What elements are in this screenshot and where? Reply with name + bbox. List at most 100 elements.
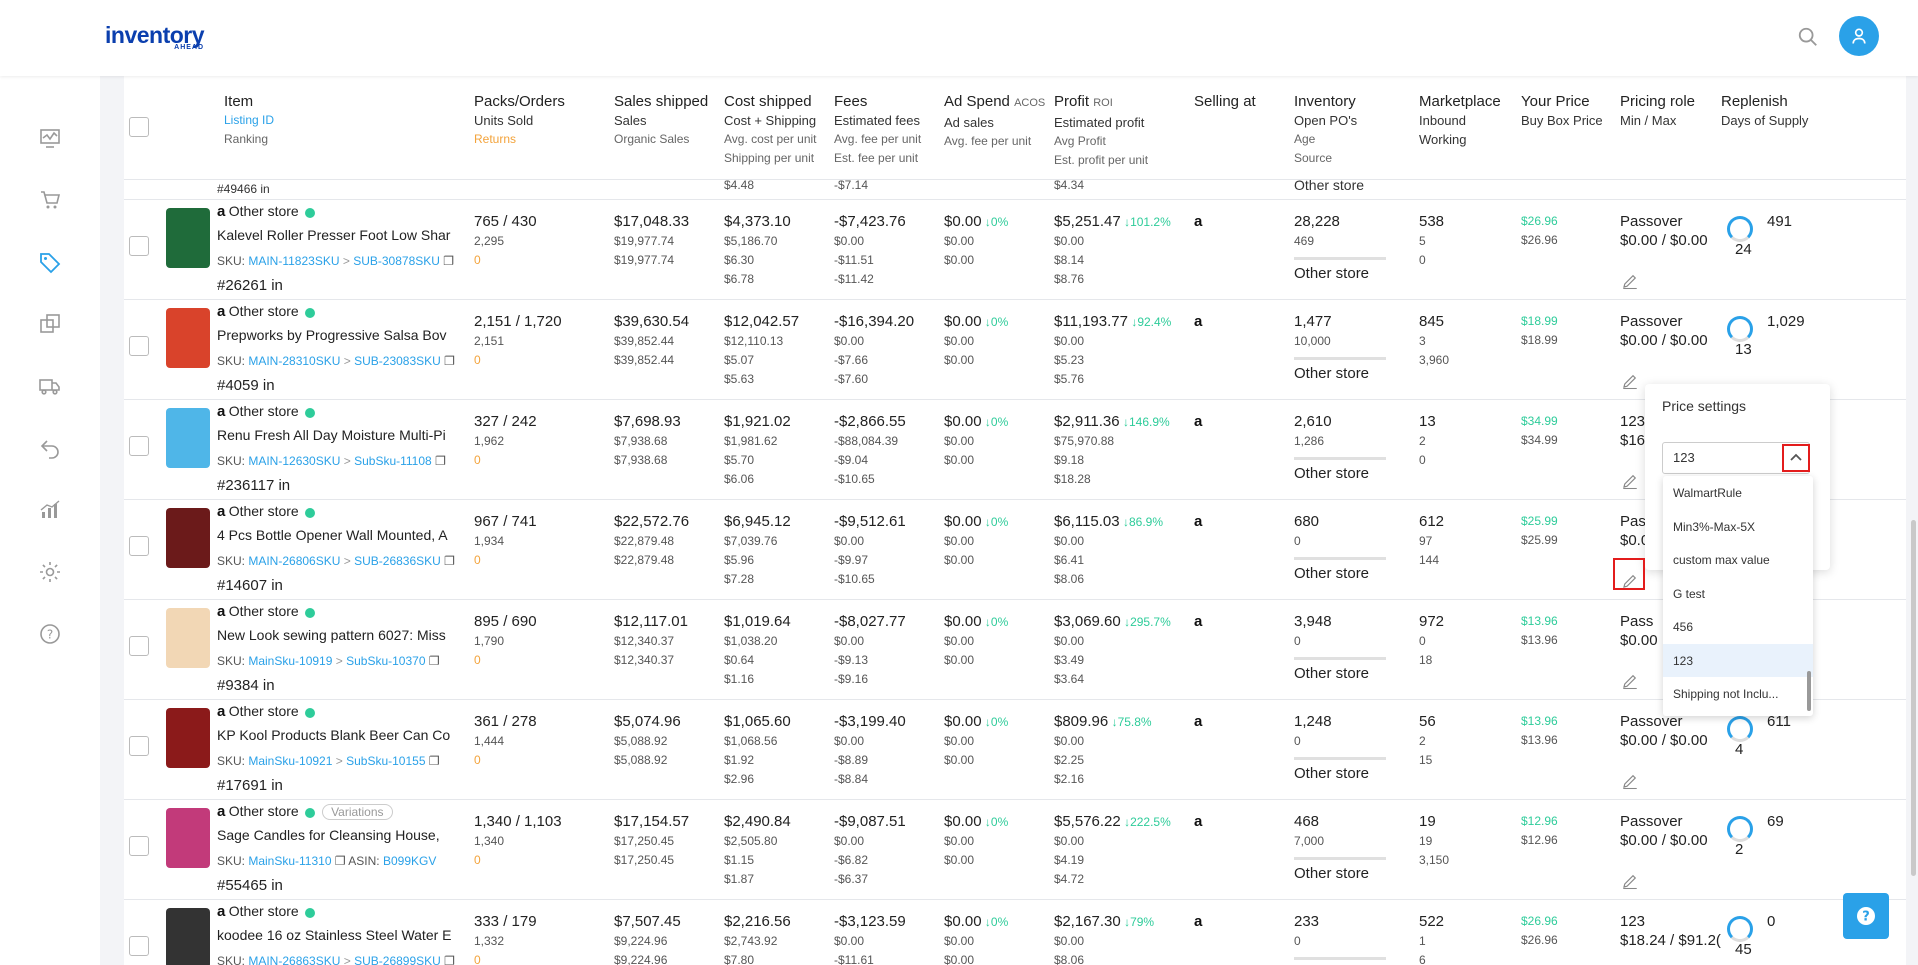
main-sku-link[interactable]: MAIN-11823SKU [248, 254, 339, 268]
variations-badge[interactable]: Variations [322, 804, 393, 820]
main-sku-link[interactable]: MainSku-10919 [248, 654, 332, 668]
copy-icon[interactable]: ❐ [444, 554, 455, 568]
dropdown-scrollbar[interactable] [1807, 671, 1811, 711]
col-cost[interactable]: Cost shipped Cost + Shipping Avg. cost per… [724, 92, 817, 168]
asin-link[interactable]: B099KGV [383, 854, 436, 868]
row-checkbox[interactable] [129, 236, 149, 256]
product-title[interactable]: KP Kool Products Blank Beer Can Co [217, 727, 450, 743]
product-title[interactable]: Prepworks by Progressive Salsa Bov [217, 327, 447, 343]
search-icon[interactable] [1797, 26, 1819, 48]
chevron-up-icon[interactable] [1784, 446, 1808, 470]
col-inventory[interactable]: Inventory Open PO's Age Source [1294, 92, 1357, 168]
layers-icon[interactable] [38, 312, 62, 336]
col-marketplace[interactable]: Marketplace Inbound Working [1419, 92, 1501, 149]
price-rule-option[interactable]: 456 [1663, 610, 1813, 644]
main-sku-link[interactable]: MAIN-26806SKU [248, 554, 340, 568]
price-rule-option[interactable]: 123 [1663, 643, 1813, 677]
help-circle-icon[interactable]: ? [38, 622, 62, 646]
col-price[interactable]: Your Price Buy Box Price [1521, 92, 1603, 130]
main-sku-link[interactable]: MainSku-10921 [248, 754, 332, 768]
edit-pencil-icon[interactable] [1621, 772, 1639, 790]
sub-sku-link[interactable]: SUB-30878SKU [353, 254, 440, 268]
table-row[interactable]: a Other store Prepworks by Progressive Sa… [124, 300, 1906, 400]
price-rule-option[interactable]: Shipping not Inclu... [1663, 677, 1813, 711]
truck-icon[interactable] [38, 374, 62, 398]
col-ad[interactable]: Ad Spend ACOS Ad sales Avg. fee per unit [944, 92, 1045, 151]
table-row[interactable]: a Other store koodee 16 oz Stainless Stee… [124, 900, 1906, 965]
table-row[interactable]: a Other store New Look sewing pattern 602… [124, 600, 1906, 700]
price-rule-option[interactable]: custom max value [1663, 543, 1813, 577]
col-profit[interactable]: Profit ROI Estimated profit Avg Profit Est.… [1054, 92, 1148, 170]
table-row[interactable]: a Other store Renu Fresh All Day Moisture… [124, 400, 1906, 500]
col-sales[interactable]: Sales shipped Sales Organic Sales [614, 92, 708, 149]
price-rule-option[interactable]: WalmartRule [1663, 476, 1813, 510]
row-checkbox[interactable] [129, 536, 149, 556]
row-checkbox[interactable] [129, 836, 149, 856]
row-checkbox[interactable] [129, 736, 149, 756]
select-all-checkbox[interactable] [129, 117, 149, 137]
col-role[interactable]: Pricing role Min / Max [1620, 92, 1695, 130]
sub-sku-link[interactable]: SUB-23083SKU [354, 354, 441, 368]
page-scrollbar[interactable] [1911, 520, 1916, 876]
product-image[interactable] [166, 308, 210, 368]
col-fees[interactable]: Fees Estimated fees Avg. fee per unit Est. … [834, 92, 921, 168]
product-image[interactable] [166, 508, 210, 568]
row-checkbox[interactable] [129, 936, 149, 956]
user-avatar[interactable] [1839, 16, 1879, 56]
help-button[interactable]: ? [1843, 893, 1889, 939]
price-rule-option[interactable]: G test [1663, 577, 1813, 611]
sub-sku-link[interactable]: SubSku-11108 [354, 454, 432, 468]
return-icon[interactable] [38, 436, 62, 460]
main-sku-link[interactable]: MAIN-26863SKU [248, 954, 340, 965]
product-image[interactable] [166, 208, 210, 268]
product-title[interactable]: 4 Pcs Bottle Opener Wall Mounted, A [217, 527, 448, 543]
copy-icon[interactable]: ❐ [444, 354, 455, 368]
chart-icon[interactable] [38, 498, 62, 522]
price-rule-option[interactable]: Min3%-Max-5X [1663, 510, 1813, 544]
sub-sku-link[interactable]: SubSku-10370 [346, 654, 425, 668]
cart-icon[interactable] [38, 188, 62, 212]
edit-pencil-icon[interactable] [1621, 472, 1639, 490]
edit-pencil-icon[interactable] [1621, 272, 1639, 290]
dashboard-icon[interactable] [38, 126, 62, 150]
product-image[interactable] [166, 608, 210, 668]
sub-sku-link[interactable]: SUB-26836SKU [354, 554, 441, 568]
edit-pencil-icon[interactable] [1621, 372, 1639, 390]
product-image[interactable] [166, 708, 210, 768]
product-image[interactable] [166, 908, 210, 965]
col-packs[interactable]: Packs/Orders Units Sold Returns [474, 92, 565, 149]
sub-sku-link[interactable]: SUB-26899SKU [354, 954, 441, 965]
app-logo[interactable]: inventory AHEAD [105, 22, 205, 51]
col-replenish[interactable]: Replenish Days of Supply [1721, 92, 1808, 130]
main-sku-link[interactable]: MAIN-28310SKU [248, 354, 340, 368]
col-item[interactable]: Item Listing ID Ranking [224, 92, 274, 149]
edit-pencil-icon[interactable] [1621, 672, 1639, 690]
copy-icon[interactable]: ❐ [444, 954, 455, 965]
row-checkbox[interactable] [129, 636, 149, 656]
edit-pencil-icon[interactable] [1621, 872, 1639, 890]
tag-icon[interactable] [38, 250, 62, 274]
table-row[interactable]: a Other store Variations Sage Candles for… [124, 800, 1906, 900]
sub-sku-link[interactable]: SubSku-10155 [346, 754, 425, 768]
col-price-sub1: Buy Box Price [1521, 113, 1603, 128]
copy-icon[interactable]: ❐ [429, 654, 440, 668]
gear-icon[interactable] [38, 560, 62, 584]
main-sku-link[interactable]: MAIN-12630SKU [248, 454, 340, 468]
copy-icon[interactable]: ❐ [335, 854, 346, 868]
product-title[interactable]: Renu Fresh All Day Moisture Multi-Pi [217, 427, 446, 443]
table-row[interactable]: a Other store KP Kool Products Blank Beer… [124, 700, 1906, 800]
row-checkbox[interactable] [129, 336, 149, 356]
copy-icon[interactable]: ❐ [429, 754, 440, 768]
product-title[interactable]: Sage Candles for Cleansing House, [217, 827, 440, 843]
product-title[interactable]: New Look sewing pattern 6027: Miss [217, 627, 446, 643]
product-image[interactable] [166, 808, 210, 868]
product-title[interactable]: Kalevel Roller Presser Foot Low Shar [217, 227, 450, 243]
product-title[interactable]: koodee 16 oz Stainless Steel Water E [217, 927, 452, 943]
table-row[interactable]: a Other store Kalevel Roller Presser Foot… [124, 200, 1906, 300]
copy-icon[interactable]: ❐ [435, 454, 446, 468]
product-image[interactable] [166, 408, 210, 468]
copy-icon[interactable]: ❐ [443, 254, 454, 268]
col-selling[interactable]: Selling at [1194, 92, 1256, 111]
row-checkbox[interactable] [129, 436, 149, 456]
main-sku-link[interactable]: MainSku-11310 [248, 854, 331, 868]
